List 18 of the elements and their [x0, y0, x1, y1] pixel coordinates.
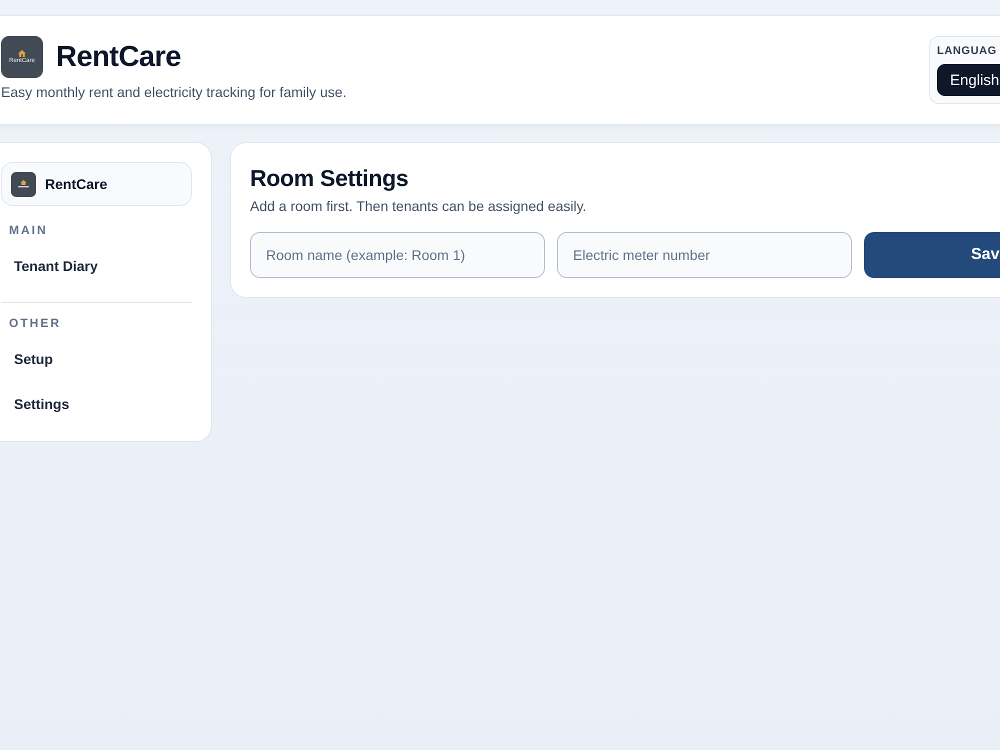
house-icon — [18, 50, 26, 56]
nav-item[interactable]: Tenant Diary — [1, 247, 192, 285]
section-heading: OTHER — [8, 315, 62, 331]
input-field[interactable]: Electric meter number — [557, 232, 852, 278]
app-title: RentCare — [56, 40, 181, 74]
section-title: Room Settings — [250, 164, 410, 192]
nav-item[interactable]: Setup — [1, 340, 192, 378]
section-heading: MAIN — [8, 222, 49, 238]
sidebar-brand[interactable]: RentCare — [1, 162, 192, 206]
nav-item[interactable]: Settings — [1, 385, 192, 423]
logo-icon — [11, 172, 36, 196]
input-field[interactable]: Room name (example: Room 1) — [250, 232, 545, 278]
app-subtitle: Easy monthly rent and electricity tracking for family use. — [1, 83, 346, 101]
brand-name: RentCare — [45, 176, 108, 192]
language-option[interactable]: English — [937, 64, 1000, 96]
section-description: Add a room first. Then tenants can be assigned easily. — [250, 197, 588, 215]
language-label: LANGUAG — [937, 44, 998, 58]
save-button[interactable]: Sav — [864, 232, 1000, 278]
